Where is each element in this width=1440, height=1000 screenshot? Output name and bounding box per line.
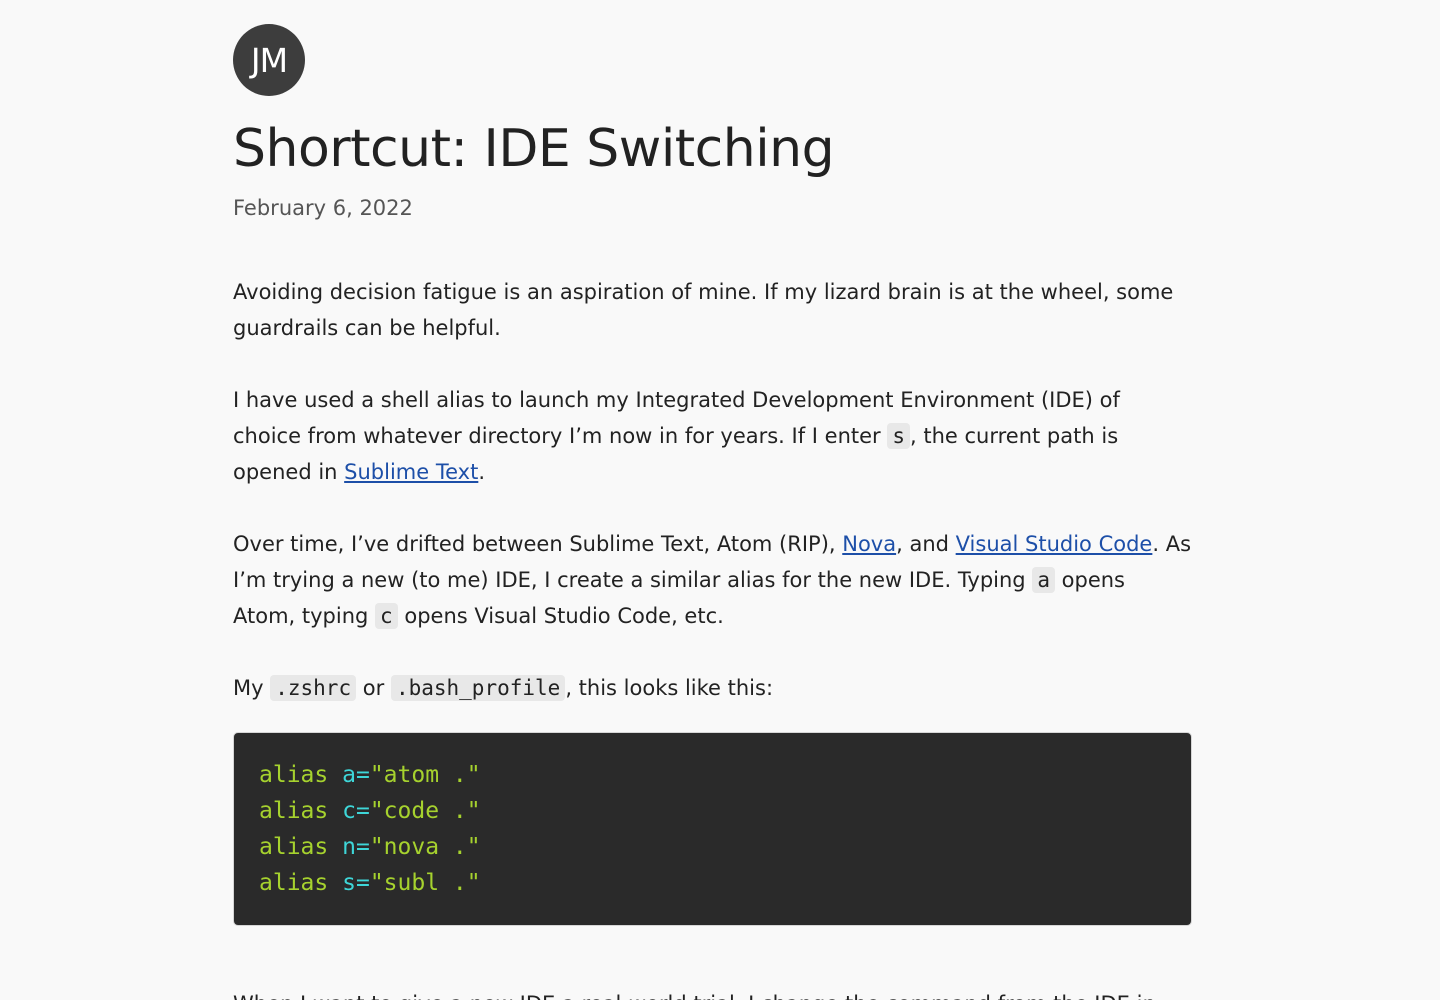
code-keyword: alias (259, 798, 329, 824)
code-line: alias a="atom ." (259, 757, 1166, 793)
code-variable: c= (342, 798, 370, 824)
code-string: "code ." (369, 798, 481, 824)
text-segment: , and (896, 532, 956, 556)
text-segment: Over time, I’ve drifted between Sublime … (233, 532, 843, 556)
code-string: "subl ." (369, 870, 481, 896)
text-segment: . (478, 460, 486, 484)
post-container: JM Shortcut: IDE Switching February 6, 2… (233, 24, 1193, 1000)
link-sublime-text[interactable]: Sublime Text (344, 460, 478, 484)
code-keyword: alias (259, 762, 329, 788)
inline-code-c: c (375, 603, 398, 629)
avatar-initials: JM (250, 40, 288, 80)
avatar[interactable]: JM (233, 24, 305, 96)
page-title: Shortcut: IDE Switching (233, 119, 835, 179)
code-variable: a= (342, 762, 370, 788)
code-line: alias c="code ." (259, 793, 1166, 829)
code-line: alias n="nova ." (259, 829, 1166, 865)
inline-code-zshrc: .zshrc (270, 675, 357, 701)
code-string: "atom ." (369, 762, 481, 788)
paragraph-ide-drift: Over time, I’ve drifted between Sublime … (233, 526, 1193, 634)
inline-code-s: s (887, 423, 911, 449)
text-segment: My (233, 676, 271, 700)
code-block[interactable]: alias a="atom ." alias c="code ." alias n=… (233, 732, 1192, 926)
code-variable: s= (342, 870, 370, 896)
text-segment: , this looks like this: (565, 676, 774, 700)
link-nova[interactable]: Nova (842, 532, 896, 556)
post-date: February 6, 2022 (233, 196, 413, 220)
inline-code-a: a (1032, 567, 1055, 593)
code-keyword: alias (259, 834, 329, 860)
text-segment: or (356, 676, 391, 700)
code-line: alias s="subl ." (259, 865, 1166, 901)
code-string: "nova ." (369, 834, 481, 860)
code-variable: n= (342, 834, 370, 860)
inline-code-bash-profile: .bash_profile (390, 675, 566, 701)
link-visual-studio-code[interactable]: Visual Studio Code (956, 532, 1153, 556)
paragraph-shell-alias: I have used a shell alias to launch my I… (233, 382, 1193, 490)
text-segment: opens Visual Studio Code, etc. (397, 604, 724, 628)
paragraph-config-files: My .zshrc or .bash_profile, this looks l… (233, 670, 1193, 706)
paragraph-trial: When I want to give a new IDE a real-wor… (233, 986, 1193, 1000)
code-keyword: alias (259, 870, 329, 896)
paragraph-intro: Avoiding decision fatigue is an aspirati… (233, 280, 1174, 340)
